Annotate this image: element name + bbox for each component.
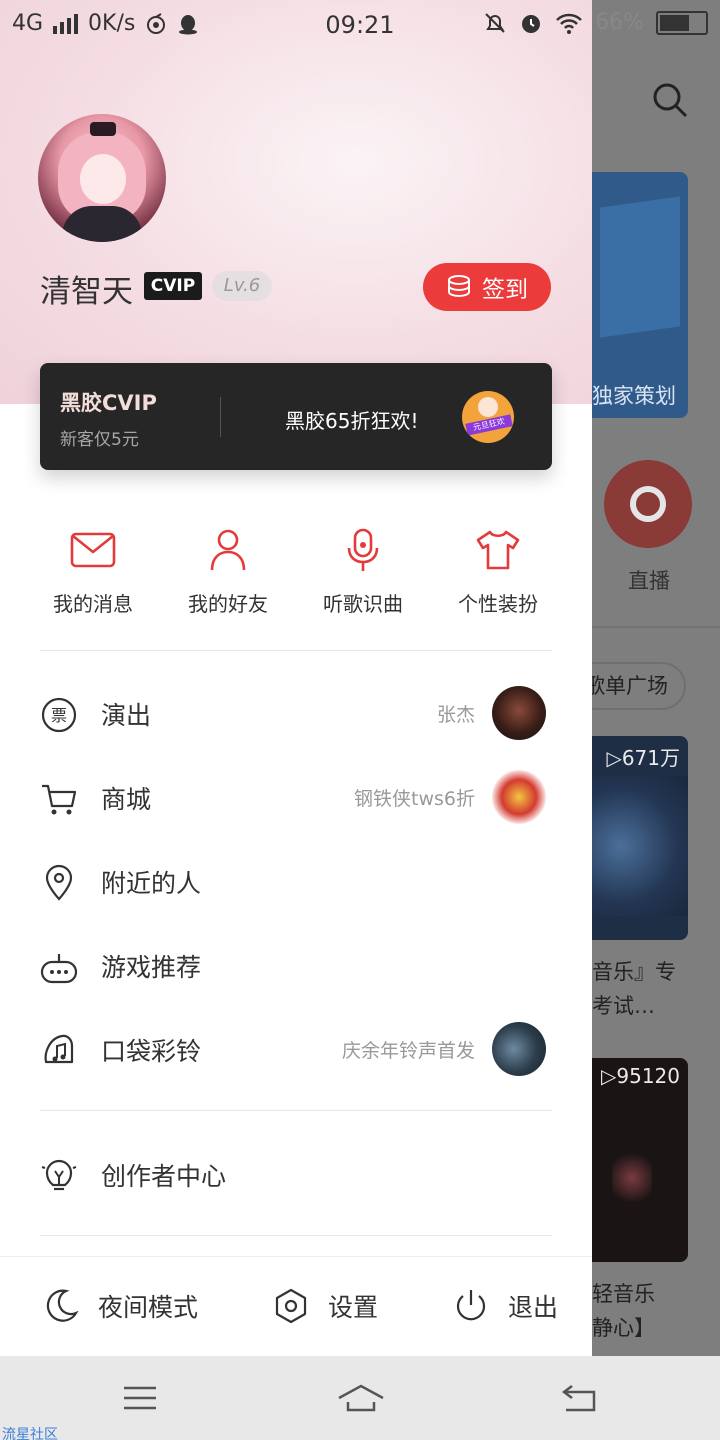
home-nav-icon[interactable]	[336, 1382, 386, 1414]
coins-icon	[448, 275, 470, 298]
quick-personalize[interactable]: 个性装扮	[430, 528, 566, 617]
wifi-icon	[556, 13, 582, 34]
lightbulb-icon	[41, 1159, 77, 1191]
divider	[40, 1235, 552, 1236]
menu-extra: 钢铁侠tws6折	[354, 788, 475, 810]
search-icon[interactable]	[652, 82, 688, 118]
quick-label: 我的好友	[188, 592, 268, 616]
night-mode-button[interactable]: 夜间模式	[42, 1287, 198, 1325]
promo-mascot-image: 元旦狂欢	[462, 391, 514, 443]
quick-label: 听歌识曲	[323, 592, 403, 616]
vip-brand: 黑胶CVIP	[60, 391, 157, 415]
cart-icon	[42, 784, 77, 815]
bg-card-title: 轻音乐	[592, 1282, 655, 1306]
background-app: 独家策划 直播 歌单广场 ▷671万 音乐』专 考试… ▷95120 轻音乐 静…	[592, 0, 720, 1356]
menu-item-ringtone[interactable]: 口袋彩铃 庆余年铃声首发	[0, 1020, 592, 1080]
quick-friends[interactable]: 我的好友	[160, 528, 296, 617]
bg-card-title: 静心】	[592, 1316, 655, 1340]
checkin-label: 签到	[482, 277, 528, 303]
menu-item-nearby[interactable]: 附近的人	[0, 852, 592, 912]
menu-label: 商城	[101, 785, 152, 814]
menu-label: 游戏推荐	[101, 953, 202, 982]
divider	[40, 1110, 552, 1111]
settings-label: 设置	[328, 1293, 379, 1322]
artist-thumbnail	[492, 686, 546, 740]
system-nav-bar	[0, 1356, 720, 1440]
menu-nav-icon[interactable]	[120, 1382, 160, 1414]
banner-divider	[220, 397, 221, 437]
microphone-icon	[347, 528, 379, 571]
moon-icon	[46, 1289, 79, 1322]
checkin-button[interactable]: 签到	[423, 263, 551, 311]
bg-playlist-card[interactable]: ▷95120	[592, 1058, 688, 1262]
promo-tag: 元旦狂欢	[465, 414, 513, 436]
side-drawer: 清智天 CVIP Lv.6 签到 黑胶CVIP 新客仅5元 黑胶65折狂欢! 元…	[0, 0, 592, 1356]
person-icon	[210, 529, 246, 571]
live-label: 直播	[628, 569, 670, 593]
bg-card-title: 音乐』专	[592, 960, 676, 984]
logout-button[interactable]: 退出	[452, 1287, 558, 1325]
divider	[40, 650, 552, 651]
quick-label: 我的消息	[53, 592, 133, 616]
battery-percent: 66%	[595, 10, 644, 35]
svg-text:票: 票	[51, 706, 67, 725]
bell-note-icon	[44, 1034, 74, 1064]
playlist-plaza-button[interactable]: 歌单广场	[592, 662, 686, 710]
quick-label: 个性装扮	[458, 592, 538, 616]
bg-card-label: 独家策划	[592, 384, 676, 408]
location-pin-icon	[45, 864, 73, 901]
play-count: ▷95120	[600, 1064, 680, 1088]
watermark: 流星社区	[2, 1427, 58, 1440]
vip-promo-text: 黑胶65折狂欢!	[285, 409, 419, 433]
bg-divider	[592, 626, 720, 628]
tshirt-icon	[476, 530, 520, 570]
battery-icon	[656, 10, 708, 35]
alarm-icon	[522, 14, 541, 33]
bg-card-title: 考试…	[592, 994, 655, 1018]
drama-thumbnail	[492, 1022, 546, 1076]
drawer-bottom-bar: 夜间模式 设置 退出	[0, 1256, 592, 1356]
bg-playlist-card[interactable]: ▷671万	[592, 736, 688, 940]
envelope-icon	[70, 532, 116, 568]
menu-item-shows[interactable]: 票 演出 张杰	[0, 684, 592, 744]
quick-song-recognition[interactable]: 听歌识曲	[295, 528, 431, 617]
back-nav-icon[interactable]	[560, 1382, 600, 1414]
night-mode-label: 夜间模式	[98, 1293, 199, 1322]
quick-actions: 我的消息 我的好友 听歌识曲 个性装扮	[0, 528, 592, 620]
gear-icon	[275, 1288, 307, 1324]
logout-label: 退出	[508, 1293, 559, 1322]
menu-item-games[interactable]: 游戏推荐	[0, 936, 592, 996]
mute-bell-icon	[485, 12, 505, 33]
vip-subtitle: 新客仅5元	[60, 430, 139, 450]
menu-item-mall[interactable]: 商城 钢铁侠tws6折	[0, 768, 592, 828]
product-thumbnail	[492, 770, 546, 824]
username[interactable]: 清智天	[40, 266, 133, 311]
gamepad-icon	[40, 954, 78, 984]
menu-label: 口袋彩铃	[101, 1037, 202, 1066]
avatar[interactable]	[38, 114, 166, 242]
menu-label: 演出	[101, 701, 152, 730]
bg-card-exclusive[interactable]: 独家策划	[592, 172, 688, 418]
menu-label: 附近的人	[101, 869, 202, 898]
vip-badge[interactable]: CVIP	[144, 272, 202, 300]
settings-button[interactable]: 设置	[272, 1287, 378, 1325]
vip-promo-banner[interactable]: 黑胶CVIP 新客仅5元 黑胶65折狂欢! 元旦狂欢	[40, 363, 552, 470]
level-badge[interactable]: Lv.6	[212, 271, 272, 301]
menu-label: 创作者中心	[101, 1162, 227, 1191]
menu-extra: 庆余年铃声首发	[341, 1040, 475, 1062]
status-bar: 4G 0K/s 09:21 66%	[0, 0, 720, 52]
play-count: ▷671万	[606, 746, 680, 770]
menu-item-creator-center[interactable]: 创作者中心	[0, 1145, 592, 1205]
quick-messages[interactable]: 我的消息	[25, 528, 161, 617]
ticket-icon: 票	[41, 697, 77, 733]
live-icon[interactable]	[604, 460, 692, 548]
power-icon	[456, 1290, 486, 1321]
menu-extra: 张杰	[436, 704, 475, 726]
